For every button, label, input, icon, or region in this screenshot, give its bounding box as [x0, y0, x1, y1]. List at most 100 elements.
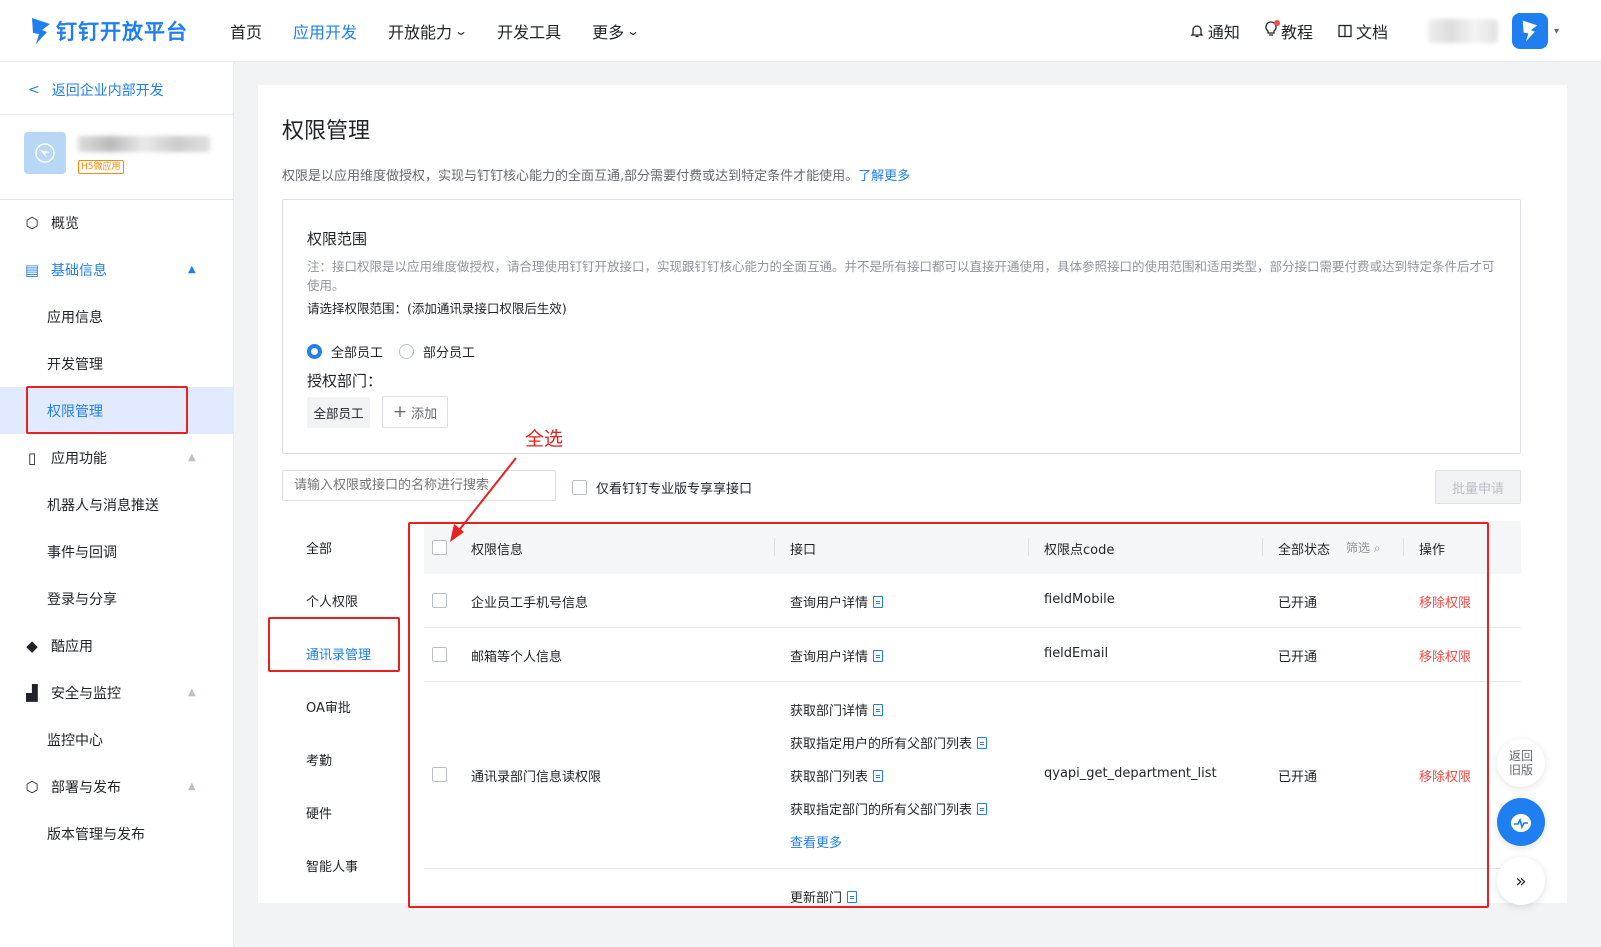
category-list: 全部 个人权限 通讯录管理 OA审批 考勤 硬件 智能人事 — [282, 521, 400, 892]
row-checkbox[interactable] — [432, 647, 447, 662]
sidebar-item-overview[interactable]: ⬡ 概览 — [0, 199, 234, 246]
header-status: 全部状态 — [1278, 543, 1331, 558]
bar-chart-icon: ▟ — [26, 683, 38, 702]
sidebar-item-monitoring-center[interactable]: 监控中心 — [0, 716, 234, 763]
table-row: 企业员工手机号信息 查询用户详情 fieldMobile 已开通 移除权限 — [424, 574, 1521, 628]
category-oa-approval[interactable]: OA审批 — [282, 680, 400, 733]
nav-more[interactable]: 更多 ⌄ — [592, 19, 641, 43]
sidebar-item-security-monitoring[interactable]: ▟ 安全与监控 ▲ — [0, 669, 234, 716]
chevron-down-icon: ⌄ — [626, 23, 641, 38]
column-divider — [1028, 538, 1029, 556]
row-status: 已开通 — [1278, 650, 1318, 665]
add-dept-button[interactable]: + 添加 — [382, 396, 448, 428]
category-all[interactable]: 全部 — [282, 521, 400, 574]
sidebar-item-dev-management[interactable]: 开发管理 — [0, 340, 234, 387]
expand-button[interactable]: » — [1497, 857, 1545, 905]
doc-icon[interactable] — [873, 770, 884, 782]
page-description: 权限是以应用维度做授权，实现与钉钉核心能力的全面互通,部分需要付费或达到特定条件… — [282, 169, 911, 184]
api-link[interactable]: 获取指定部门的所有父部门列表 — [790, 799, 988, 818]
row-info: 邮箱等个人信息 — [471, 650, 563, 665]
caret-up-icon: ▲ — [188, 452, 196, 463]
radio-all-staff-label[interactable]: 全部员工 — [331, 342, 383, 361]
api-link[interactable]: 查询用户详情 — [790, 646, 884, 665]
user-name-blurred[interactable] — [1427, 19, 1498, 43]
pro-only-checkbox[interactable] — [572, 480, 587, 495]
remove-permission-button[interactable]: 移除权限 — [1419, 592, 1471, 611]
header-code: 权限点code — [1044, 543, 1115, 558]
category-hardware[interactable]: 硬件 — [282, 786, 400, 839]
doc-icon[interactable] — [873, 650, 884, 662]
api-link[interactable]: 获取部门列表 — [790, 766, 884, 785]
status-filter[interactable]: 筛选 ⌕ — [1346, 539, 1381, 556]
assistant-button[interactable] — [1497, 798, 1545, 846]
app-name-blurred — [78, 136, 210, 152]
row-info: 通讯录部门信息读权限 — [471, 770, 602, 785]
category-contacts[interactable]: 通讯录管理 — [282, 627, 400, 680]
clipboard-icon: ▯ — [27, 448, 37, 467]
row-checkbox[interactable] — [432, 593, 447, 608]
remove-permission-button[interactable]: 移除权限 — [1419, 646, 1471, 665]
chevron-down-icon[interactable]: ▾ — [1554, 26, 1559, 37]
view-more-link[interactable]: 查看更多 — [790, 832, 842, 851]
annotation-arrow-icon — [450, 457, 517, 542]
batch-apply-button[interactable]: 批量申请 — [1435, 470, 1521, 504]
api-link[interactable]: 更新部门 — [790, 887, 858, 906]
api-link[interactable]: 查询用户详情 — [790, 592, 884, 611]
doc-icon[interactable] — [873, 596, 884, 608]
sidebar: < 返回企业内部开发 H5微应用 ⬡ 概览 ▤ 基础信息 ▲ 应用信息 开发管理 权限… — [0, 62, 234, 947]
remove-permission-button[interactable]: 移除权限 — [1419, 766, 1471, 785]
radio-all-staff[interactable] — [307, 344, 322, 359]
app-card: H5微应用 — [24, 132, 210, 174]
learn-more-link[interactable]: 了解更多 — [858, 169, 910, 184]
category-attendance[interactable]: 考勤 — [282, 733, 400, 786]
row-code: fieldMobile — [1044, 592, 1115, 607]
nav-app-dev[interactable]: 应用开发 — [293, 19, 357, 43]
caret-up-icon: ▲ — [188, 264, 196, 275]
api-link[interactable]: 获取指定用户的所有父部门列表 — [790, 733, 988, 752]
sidebar-item-version-management[interactable]: 版本管理与发布 — [0, 810, 234, 857]
sidebar-item-app-features[interactable]: ▯ 应用功能 ▲ — [0, 434, 234, 481]
sidebar-item-permissions[interactable]: 权限管理 — [0, 387, 234, 434]
sidebar-item-cool-app[interactable]: ◆ 酷应用 — [0, 622, 234, 669]
row-status: 已开通 — [1278, 770, 1318, 785]
category-personal[interactable]: 个人权限 — [282, 574, 400, 627]
back-link[interactable]: < 返回企业内部开发 — [28, 80, 164, 100]
api-link[interactable]: 获取部门详情 — [790, 700, 884, 719]
cube-icon: ⬡ — [25, 777, 39, 796]
sidebar-item-events-callbacks[interactable]: 事件与回调 — [0, 528, 234, 575]
cool-app-icon: ◆ — [26, 636, 38, 655]
page-title: 权限管理 — [282, 119, 371, 144]
sidebar-item-login-share[interactable]: 登录与分享 — [0, 575, 234, 622]
scope-note: 注：接口权限是以应用维度做授权，请合理使用钉钉开放接口，实现跟钉钉核心能力的全面… — [307, 259, 1495, 293]
permission-scope-panel: 权限范围 注：接口权限是以应用维度做授权，请合理使用钉钉开放接口，实现跟钉钉核心… — [282, 199, 1521, 454]
bulb-icon — [1264, 20, 1280, 41]
dept-chip[interactable]: 全部员工 — [307, 397, 370, 428]
caret-up-icon: ▲ — [188, 781, 196, 792]
category-smart-hr[interactable]: 智能人事 — [282, 839, 400, 892]
doc-icon[interactable] — [847, 891, 858, 903]
nav-dev-tools[interactable]: 开发工具 — [497, 19, 561, 43]
nav-notifications[interactable]: 通知 — [1189, 19, 1240, 43]
pro-only-filter[interactable]: 仅看钉钉专业版专享享接口 — [572, 478, 752, 497]
assistant-icon — [1511, 814, 1531, 832]
sidebar-item-app-info[interactable]: 应用信息 — [0, 293, 234, 340]
doc-icon[interactable] — [873, 704, 884, 716]
caret-up-icon: ▲ — [188, 687, 196, 698]
logo[interactable]: 钉钉开放平台 — [30, 16, 230, 46]
sidebar-item-basic-info[interactable]: ▤ 基础信息 ▲ — [0, 246, 234, 293]
column-divider — [774, 538, 775, 556]
row-checkbox[interactable] — [432, 767, 447, 782]
radio-part-staff-label[interactable]: 部分员工 — [423, 342, 475, 361]
nav-tutorial[interactable]: 教程 — [1264, 19, 1313, 43]
nav-home[interactable]: 首页 — [230, 19, 262, 43]
doc-icon[interactable] — [977, 737, 988, 749]
avatar[interactable] — [1511, 13, 1548, 49]
nav-open-capability[interactable]: 开放能力 ⌄ — [388, 19, 468, 43]
nav-docs[interactable]: 文档 — [1337, 19, 1388, 43]
doc-icon[interactable] — [977, 803, 988, 815]
plus-icon: + — [392, 402, 408, 422]
sidebar-item-robot-messages[interactable]: 机器人与消息推送 — [0, 481, 234, 528]
sidebar-item-deploy-publish[interactable]: ⬡ 部署与发布 ▲ — [0, 763, 234, 810]
radio-part-staff[interactable] — [399, 344, 415, 359]
return-old-version-button[interactable]: 返回 旧版 — [1497, 739, 1545, 787]
